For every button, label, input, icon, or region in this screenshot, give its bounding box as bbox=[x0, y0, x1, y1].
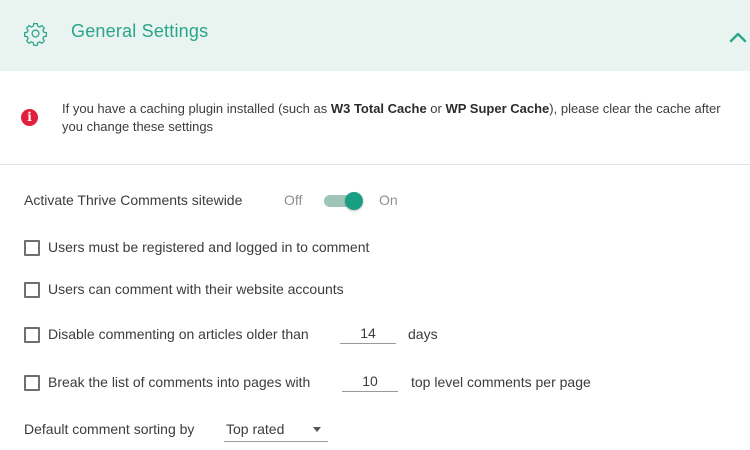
chevron-up-icon[interactable] bbox=[728, 30, 748, 44]
registered-label: Users must be registered and logged in t… bbox=[48, 239, 370, 255]
sorting-selected-value: Top rated bbox=[226, 421, 285, 437]
cache-notice: i If you have a caching plugin installed… bbox=[0, 71, 750, 165]
sorting-label: Default comment sorting by bbox=[24, 421, 195, 437]
disable-old-checkbox[interactable] bbox=[24, 327, 40, 343]
toggle-knob bbox=[345, 192, 363, 210]
plugin-name-w3: W3 Total Cache bbox=[330, 101, 427, 116]
days-input[interactable] bbox=[340, 322, 396, 344]
activate-toggle[interactable] bbox=[322, 192, 366, 210]
cache-notice-text: If you have a caching plugin installed (… bbox=[62, 100, 742, 136]
gear-icon bbox=[24, 22, 47, 46]
toggle-on-label: On bbox=[379, 192, 398, 208]
settings-section-header[interactable]: General Settings bbox=[0, 0, 750, 71]
days-suffix: days bbox=[408, 326, 438, 342]
website-accounts-label: Users can comment with their website acc… bbox=[48, 281, 344, 297]
pagination-label: Break the list of comments into pages wi… bbox=[48, 374, 311, 390]
toggle-off-label: Off bbox=[284, 192, 303, 208]
activate-label: Activate Thrive Comments sitewide bbox=[24, 192, 243, 208]
disable-old-label: Disable commenting on articles older tha… bbox=[48, 326, 309, 342]
pagination-checkbox[interactable] bbox=[24, 375, 40, 391]
sorting-select[interactable]: Top rated bbox=[224, 418, 328, 442]
info-icon: i bbox=[21, 109, 38, 126]
plugin-name-wpsuper: WP Super Cache bbox=[445, 101, 550, 116]
dropdown-arrow-icon bbox=[313, 427, 321, 432]
notice-text-part: or bbox=[426, 101, 446, 116]
registered-checkbox[interactable] bbox=[24, 240, 40, 256]
pagination-suffix: top level comments per page bbox=[411, 374, 591, 390]
website-accounts-checkbox[interactable] bbox=[24, 282, 40, 298]
notice-text-part: If you have a caching plugin installed (… bbox=[62, 101, 331, 116]
comments-per-page-input[interactable] bbox=[342, 370, 398, 392]
section-title: General Settings bbox=[71, 21, 209, 41]
